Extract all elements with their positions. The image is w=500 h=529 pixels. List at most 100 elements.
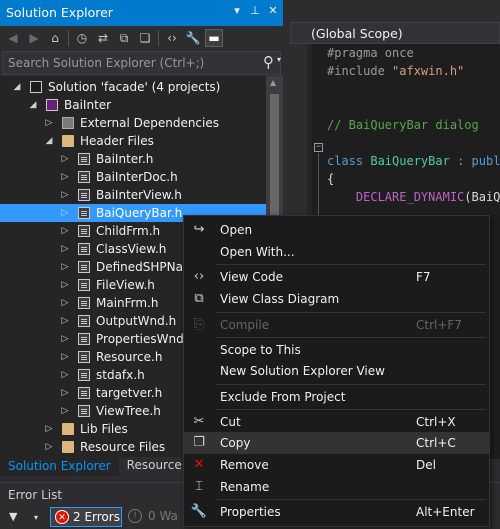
code-token: { xyxy=(327,172,335,186)
tree-item[interactable]: ◢ Solution 'facade' (4 projects) xyxy=(0,78,266,96)
context-menu: ↪ Open Open With... ‹› View Code F7 ⧉ View Clas… xyxy=(183,215,490,527)
tree-item-label: External Dependencies xyxy=(80,116,220,130)
collapsed-arrow-icon[interactable]: ▷ xyxy=(60,168,70,186)
collapsed-arrow-icon[interactable]: ▷ xyxy=(60,384,70,402)
errors-filter-button[interactable]: ✕ 2 Errors xyxy=(50,507,122,527)
scope-label: (Global Scope) xyxy=(311,26,403,41)
menu-item-cut[interactable]: ✂ Cut Ctrl+X xyxy=(184,411,489,433)
tree-item-label: Header Files xyxy=(80,134,154,148)
open-icon: ↪ xyxy=(193,222,205,237)
view-code-icon[interactable]: ‹› xyxy=(164,30,180,46)
menu-item-open[interactable]: ↪ Open xyxy=(184,219,489,241)
tree-item-label: PropertiesWnd.h xyxy=(96,332,196,346)
menu-item-copy[interactable]: ❐ Copy Ctrl+C xyxy=(184,432,489,454)
folder-icon xyxy=(62,423,74,435)
scope-dropdown[interactable]: (Global Scope) xyxy=(290,22,500,44)
search-options-chevron-icon[interactable]: ▾ xyxy=(277,55,281,64)
collapsed-arrow-icon[interactable]: ▷ xyxy=(60,204,70,222)
menu-item-view-code[interactable]: ‹› View Code F7 xyxy=(184,266,489,288)
header-file-icon xyxy=(78,243,90,255)
collapsed-arrow-icon[interactable]: ▷ xyxy=(60,276,70,294)
sync-icon[interactable]: ⇄ xyxy=(95,30,111,46)
filter-icon[interactable]: ▼ xyxy=(9,510,17,523)
header-file-icon xyxy=(78,261,90,273)
close-icon[interactable]: ✕ xyxy=(267,4,279,18)
collapsed-arrow-icon[interactable]: ▷ xyxy=(60,348,70,366)
menu-item-label: View Class Diagram xyxy=(220,292,340,306)
menu-separator xyxy=(216,312,486,313)
tab-solution-explorer[interactable]: Solution Explorer xyxy=(0,457,119,476)
header-file-icon xyxy=(78,387,90,399)
collapse-region-icon[interactable]: − xyxy=(314,143,323,152)
tree-item-label: BaiQueryBar.h xyxy=(96,206,183,220)
menu-separator xyxy=(216,409,486,410)
errors-count: 2 Errors xyxy=(73,510,120,524)
code-token: BaiQueryBar xyxy=(370,154,450,168)
tree-item[interactable]: ▷ BaiInterView.h xyxy=(0,186,266,204)
collapsed-arrow-icon[interactable]: ▷ xyxy=(60,222,70,240)
home-icon[interactable]: ⌂ xyxy=(47,30,63,46)
tree-item[interactable]: ▷ BaiInterDoc.h xyxy=(0,168,266,186)
collapsed-arrow-icon[interactable]: ▷ xyxy=(60,402,70,420)
collapsed-arrow-icon[interactable]: ▷ xyxy=(60,330,70,348)
remove-icon: ✕ xyxy=(193,457,205,472)
collapsed-arrow-icon[interactable]: ▷ xyxy=(60,312,70,330)
tree-item[interactable]: ◢ Header Files xyxy=(0,132,266,150)
collapsed-arrow-icon[interactable]: ▷ xyxy=(60,258,70,276)
menu-item-exclude-from-project[interactable]: Exclude From Project xyxy=(184,386,489,408)
menu-item-label: Open xyxy=(220,223,253,237)
menu-item-scope-to-this[interactable]: Scope to This xyxy=(184,339,489,361)
show-all-files-icon[interactable]: ❏ xyxy=(137,30,153,46)
header-file-icon xyxy=(78,333,90,345)
tree-item-label: BaiInter xyxy=(64,98,112,112)
filter-chevron-icon[interactable]: ▾ xyxy=(34,513,38,522)
collapsed-arrow-icon[interactable]: ▷ xyxy=(44,420,54,438)
menu-item-label: Scope to This xyxy=(220,343,301,357)
search-icon[interactable]: ⚲ xyxy=(263,53,274,71)
warning-icon: ! xyxy=(128,509,142,523)
menu-item-label: Properties xyxy=(220,505,281,519)
menu-item-label: New Solution Explorer View xyxy=(220,364,385,378)
collapsed-arrow-icon[interactable]: ▷ xyxy=(44,114,54,132)
collapsed-arrow-icon[interactable]: ▷ xyxy=(44,438,54,456)
solution-explorer-search[interactable]: Search Solution Explorer (Ctrl+;) ⚲ ▾ xyxy=(2,51,281,75)
collapsed-arrow-icon[interactable]: ▷ xyxy=(60,366,70,384)
preview-icon[interactable]: ▬ xyxy=(205,29,223,47)
dropdown-icon[interactable]: ▾ xyxy=(231,4,243,18)
menu-item-view-class-diagram[interactable]: ⧉ View Class Diagram xyxy=(184,288,489,310)
error-icon: ✕ xyxy=(55,510,69,524)
collapsed-arrow-icon[interactable]: ▷ xyxy=(60,294,70,312)
menu-item-label: View Code xyxy=(220,270,284,284)
menu-item-properties[interactable]: 🔧 Properties Alt+Enter xyxy=(184,501,489,523)
tree-item[interactable]: ▷ BaiInter.h xyxy=(0,150,266,168)
menu-item-compile[interactable]: ⎘ Compile Ctrl+F7 xyxy=(184,314,489,336)
back-icon[interactable]: ◀ xyxy=(5,30,21,46)
menu-item-open-with[interactable]: Open With... xyxy=(184,241,489,263)
menu-item-remove[interactable]: ✕ Remove Del xyxy=(184,454,489,476)
tree-item[interactable]: ▷ External Dependencies xyxy=(0,114,266,132)
solution-explorer-title-bar: Solution Explorer ▾ ⊥ ✕ xyxy=(0,0,283,26)
expanded-arrow-icon[interactable]: ◢ xyxy=(44,132,54,150)
collapsed-arrow-icon[interactable]: ▷ xyxy=(60,150,70,168)
menu-item-rename[interactable]: ⌶ Rename xyxy=(184,476,489,498)
view-code-icon: ‹› xyxy=(193,269,205,284)
history-icon[interactable]: ◷ xyxy=(74,30,90,46)
expanded-arrow-icon[interactable]: ◢ xyxy=(12,78,22,96)
tree-item-label: Resource.h xyxy=(96,350,163,364)
collapsed-arrow-icon[interactable]: ▷ xyxy=(60,186,70,204)
forward-icon[interactable]: ▶ xyxy=(26,30,42,46)
wrench-icon[interactable]: 🔧 xyxy=(185,30,201,46)
collapsed-arrow-icon[interactable]: ▷ xyxy=(60,240,70,258)
rename-icon: ⌶ xyxy=(195,479,203,494)
header-file-icon xyxy=(78,279,90,291)
code-line: #pragma once xyxy=(327,46,414,60)
tree-item-label: Resource Files xyxy=(80,440,166,454)
tree-item-label: BaiInterView.h xyxy=(96,188,182,202)
pin-icon[interactable]: ⊥ xyxy=(249,4,261,18)
collapse-all-icon[interactable]: ⧉ xyxy=(116,30,132,46)
expanded-arrow-icon[interactable]: ◢ xyxy=(28,96,38,114)
tree-item[interactable]: ◢ BaiInter xyxy=(0,96,266,114)
menu-item-new-solution-explorer-view[interactable]: New Solution Explorer View xyxy=(184,360,489,382)
scroll-up-arrow-icon[interactable]: ▲ xyxy=(270,78,276,87)
warnings-filter-button[interactable]: ! 0 Wa xyxy=(128,509,178,523)
